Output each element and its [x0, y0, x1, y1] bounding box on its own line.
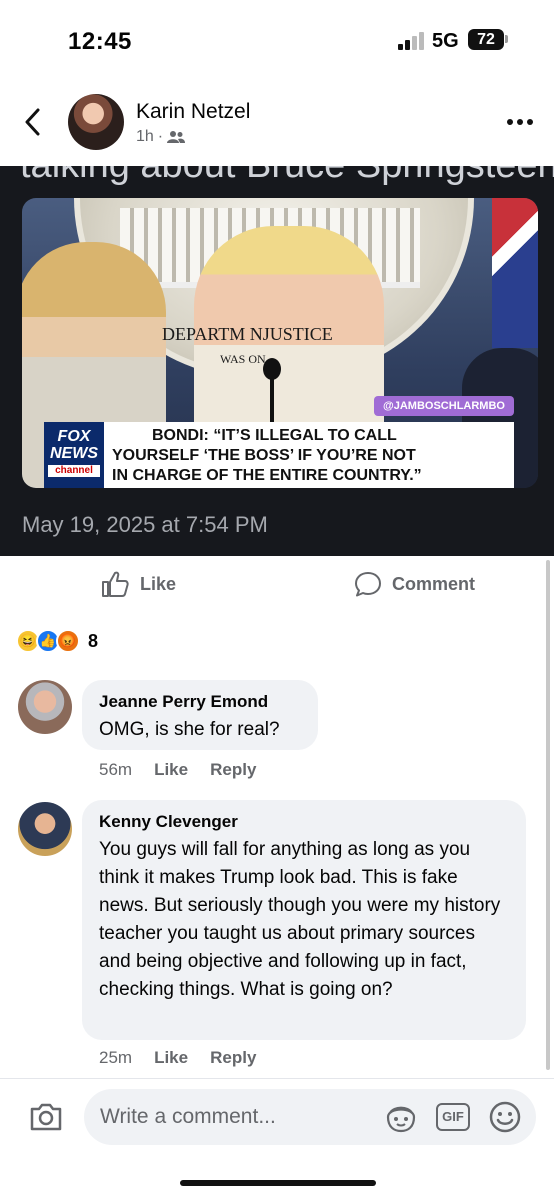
- more-horizontal-icon[interactable]: [506, 118, 534, 126]
- comment-time: 56m: [99, 760, 133, 779]
- comment-text: You guys will fall for anything as long …: [99, 839, 501, 1000]
- comment-like-button[interactable]: Like: [154, 760, 188, 780]
- chevron-left-icon[interactable]: [22, 106, 44, 138]
- author-name[interactable]: Karin Netzel: [136, 100, 250, 124]
- watermark: @JAMBOSCHLARMBO: [374, 396, 514, 416]
- comment-time: 25m: [99, 1048, 133, 1067]
- home-indicator: [180, 1180, 376, 1186]
- post-time[interactable]: 1h: [136, 128, 154, 146]
- comment-bubble[interactable]: Kenny Clevenger You guys will fall for a…: [82, 800, 526, 1040]
- status-time: 12:45: [68, 28, 132, 55]
- reactions-summary[interactable]: 😆 👍 😡 8: [16, 626, 98, 656]
- chyron-headline: BONDI: “IT’S ILLEGAL TO CALL YOURSELF ‘T…: [104, 422, 514, 488]
- headline-line2: YOURSELF ‘THE BOSS’ IF YOU’RE NOT: [112, 447, 416, 464]
- status-bar: 12:45 5G 72: [0, 0, 554, 80]
- meta-separator: ·: [157, 128, 164, 145]
- author-avatar[interactable]: [68, 94, 124, 150]
- fox-logo-line1: FOX: [57, 428, 91, 445]
- news-image[interactable]: DEPARTM NJUSTICE WAS ON @JAMBOSCHLARMBO …: [22, 198, 538, 488]
- scrollbar[interactable]: [546, 560, 550, 1070]
- emoji-icon[interactable]: [488, 1100, 522, 1134]
- headline-line1: BONDI: “IT’S ILLEGAL TO CALL: [152, 427, 397, 444]
- comment-meta: 25m Like Reply: [99, 1048, 256, 1068]
- signal-icon: [398, 32, 426, 50]
- comment-meta: 56m Like Reply: [99, 760, 256, 780]
- post-actions: Like Comment: [0, 556, 554, 616]
- like-button[interactable]: Like: [100, 570, 176, 598]
- reaction-count: 8: [88, 630, 99, 651]
- post-meta: 1h ·: [136, 128, 186, 146]
- angry-icon: 😡: [56, 629, 80, 653]
- commenter-avatar[interactable]: [18, 680, 72, 734]
- embed-cut-text: talking about Bruce Springsteen: [20, 166, 554, 187]
- fox-logo-line3: channel: [48, 465, 100, 477]
- comment-input-container[interactable]: GIF: [84, 1089, 536, 1145]
- comment-composer: GIF: [0, 1078, 554, 1156]
- friends-icon: [167, 131, 186, 143]
- headline-line3: IN CHARGE OF THE ENTIRE COUNTRY.”: [112, 467, 422, 484]
- comment-like-button[interactable]: Like: [154, 1048, 188, 1068]
- microphone: [263, 358, 281, 380]
- comment-button[interactable]: Comment: [354, 570, 475, 598]
- gif-icon[interactable]: GIF: [436, 1103, 470, 1131]
- shared-post-screenshot[interactable]: talking about Bruce Springsteen DEPARTM …: [0, 166, 554, 556]
- news-chyron: FOX NEWS channel BONDI: “IT’S ILLEGAL TO…: [44, 422, 514, 488]
- comment-reply-button[interactable]: Reply: [210, 760, 256, 780]
- seal-text: DEPARTM NJUSTICE: [162, 324, 333, 344]
- thumbs-up-icon: [102, 571, 129, 597]
- embed-date: May 19, 2025 at 7:54 PM: [22, 512, 268, 537]
- fox-logo-line2: NEWS: [50, 445, 98, 462]
- seal-subtext: WAS ON: [220, 352, 266, 366]
- camera-icon[interactable]: [28, 1099, 64, 1135]
- like-label: Like: [140, 573, 177, 594]
- battery-icon: 72: [468, 29, 504, 50]
- commenter-avatar[interactable]: [18, 802, 72, 856]
- comment-reply-button[interactable]: Reply: [210, 1048, 256, 1068]
- network-type: 5G: [432, 30, 459, 52]
- comment-bubble[interactable]: Jeanne Perry Emond OMG, is she for real?: [82, 680, 318, 750]
- comment-label: Comment: [392, 573, 476, 594]
- commenter-name[interactable]: Jeanne Perry Emond: [99, 692, 301, 712]
- battery-tip: [505, 35, 508, 43]
- avatar-sticker-icon[interactable]: [384, 1101, 418, 1133]
- gif-label: GIF: [442, 1109, 464, 1124]
- comment-text: OMG, is she for real?: [99, 719, 280, 740]
- commenter-name[interactable]: Kenny Clevenger: [99, 812, 509, 832]
- flag: [492, 198, 538, 348]
- comment-icon: [355, 572, 381, 597]
- comment-input[interactable]: [100, 1101, 380, 1133]
- post-header: Karin Netzel 1h ·: [0, 80, 554, 166]
- fox-news-logo: FOX NEWS channel: [44, 422, 104, 488]
